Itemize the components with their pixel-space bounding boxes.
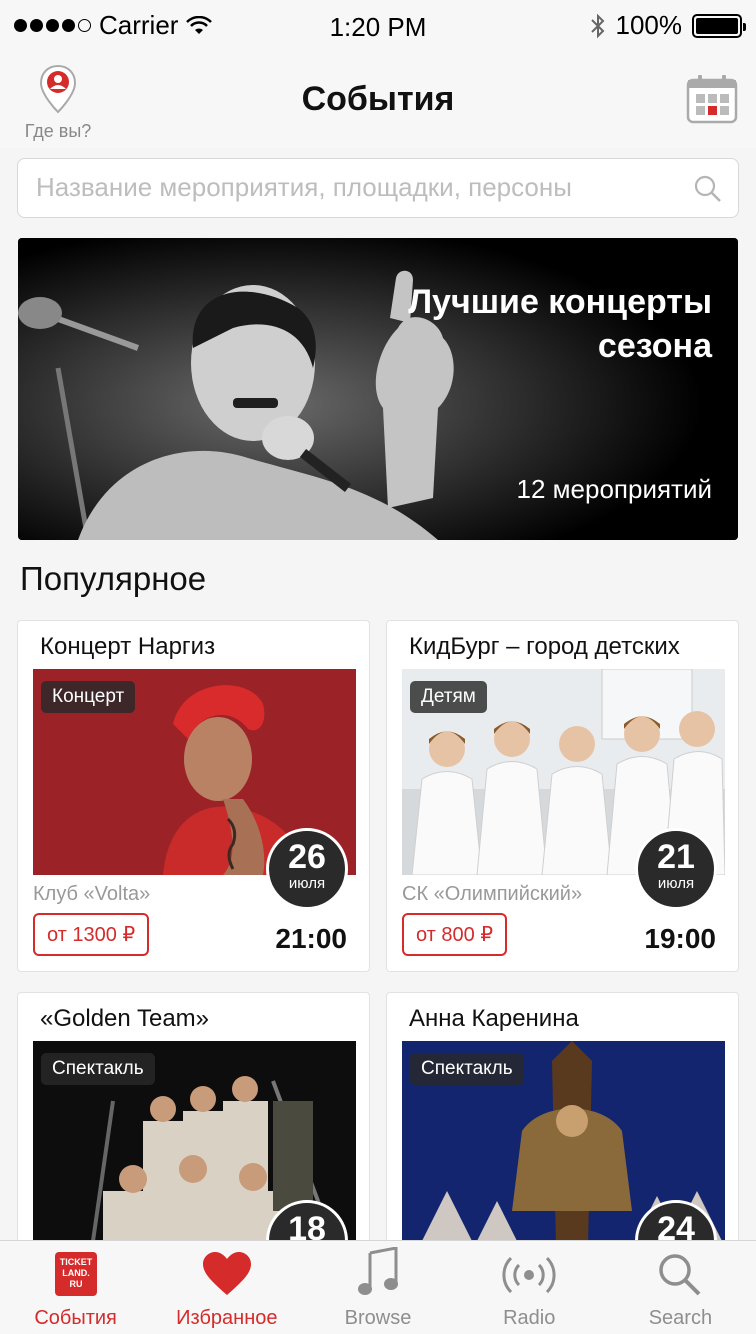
- bluetooth-icon: [590, 13, 604, 38]
- tab-label: Search: [648, 1307, 713, 1329]
- event-category-tag: Концерт: [41, 681, 136, 713]
- date-day: 26: [288, 838, 326, 876]
- tab-events[interactable]: TICKET LAND. RU События: [0, 1241, 151, 1334]
- event-time: 19:00: [644, 923, 716, 954]
- tab-bar: TICKET LAND. RU События Избранное Browse: [0, 1240, 756, 1334]
- event-title: Анна Каренина: [409, 1005, 579, 1032]
- tab-favorites[interactable]: Избранное: [151, 1241, 302, 1334]
- event-venue: Клуб «Volta»: [33, 883, 151, 905]
- nav-bar: Где вы? События: [0, 52, 756, 148]
- event-card[interactable]: Концерт Наргиз Концерт 26 июля Клуб «Vol…: [17, 620, 370, 972]
- search-icon[interactable]: [694, 175, 722, 203]
- tab-label: Избранное: [176, 1307, 278, 1329]
- event-title: КидБург – город детских: [409, 633, 680, 660]
- svg-text:LAND.: LAND.: [62, 1268, 90, 1278]
- date-badge: 26 июля: [266, 828, 348, 910]
- banner-title: Лучшие концерты сезона: [312, 280, 712, 368]
- date-month: июля: [288, 875, 326, 892]
- status-right: 100%: [590, 10, 746, 41]
- search-box[interactable]: [17, 158, 739, 218]
- calendar-icon: [686, 75, 738, 124]
- banner-count: 12 мероприятий: [516, 474, 713, 504]
- section-title: Популярное: [20, 560, 207, 597]
- date-month: июля: [657, 875, 695, 892]
- event-title: «Golden Team»: [40, 1005, 210, 1032]
- music-note-icon: [358, 1247, 398, 1295]
- event-category-tag: Спектакль: [41, 1053, 155, 1085]
- event-title: Концерт Наргиз: [40, 633, 216, 660]
- event-category-tag: Детям: [410, 681, 487, 713]
- svg-text:TICKET: TICKET: [59, 1257, 92, 1267]
- featured-banner[interactable]: Лучшие концерты сезона 12 мероприятий: [18, 238, 738, 540]
- page-title: События: [301, 80, 455, 118]
- banner-title-line2: сезона: [597, 327, 712, 365]
- battery-icon: [692, 13, 746, 38]
- tab-label: Radio: [503, 1307, 556, 1329]
- event-venue: СК «Олимпийский»: [402, 883, 583, 905]
- date-badge: 21 июля: [635, 828, 717, 910]
- tab-label: Browse: [344, 1307, 412, 1329]
- tab-browse[interactable]: Browse: [302, 1241, 453, 1334]
- event-category-tag: Спектакль: [410, 1053, 524, 1085]
- battery-percent: 100%: [615, 10, 683, 40]
- svg-text:RU: RU: [69, 1279, 82, 1289]
- tab-radio[interactable]: Radio: [454, 1241, 605, 1334]
- price-button[interactable]: от 800 ₽: [402, 913, 508, 956]
- tab-label: События: [34, 1307, 117, 1329]
- location-label: Где вы?: [24, 121, 92, 141]
- heart-icon: [202, 1252, 251, 1295]
- event-card[interactable]: КидБург – город детских Детям 21 июля СК…: [386, 620, 739, 972]
- event-time: 21:00: [275, 923, 347, 954]
- search-icon: [659, 1254, 701, 1296]
- calendar-button[interactable]: [686, 74, 738, 126]
- status-bar: Carrier 1:20 PM 100%: [0, 0, 756, 52]
- ticketland-logo-icon: TICKET LAND. RU: [54, 1252, 97, 1296]
- tab-search[interactable]: Search: [605, 1241, 756, 1334]
- date-day: 21: [657, 838, 695, 876]
- radio-icon: [502, 1256, 556, 1294]
- banner-title-line1: Лучшие концерты: [408, 283, 712, 321]
- search-input[interactable]: [18, 159, 678, 215]
- price-button[interactable]: от 1300 ₽: [33, 913, 150, 956]
